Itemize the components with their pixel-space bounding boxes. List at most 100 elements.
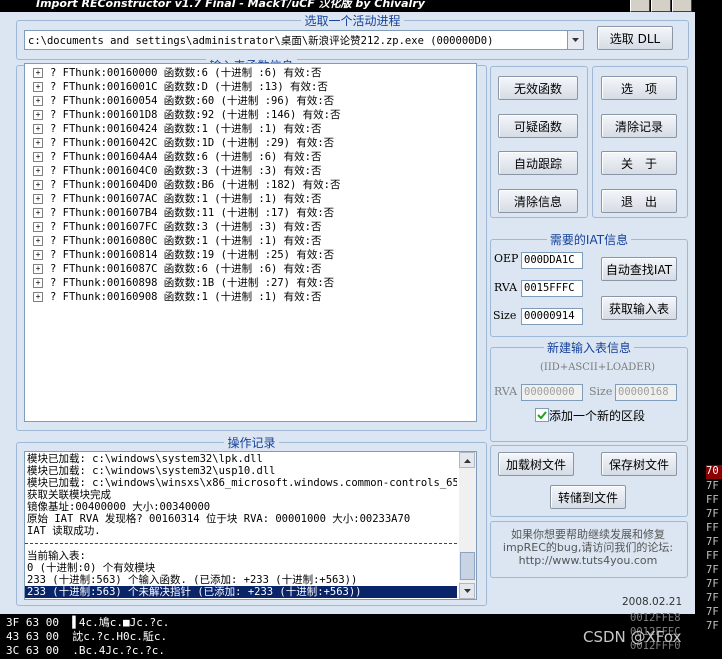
- scroll-thumb[interactable]: [460, 552, 475, 580]
- tree-item-label: ? FThunk:001604C0 函数数:3 (十进制 :3) 有效:否: [50, 165, 322, 177]
- scroll-down-icon[interactable]: [459, 583, 475, 599]
- tree-item[interactable]: + ? FThunk:0016087C 函数数:6 (十进制 :6) 有效:否: [25, 262, 476, 276]
- expand-icon[interactable]: +: [33, 96, 43, 106]
- oep-field[interactable]: 000DDA1C: [521, 252, 583, 269]
- tree-item-label: ? FThunk:001604D0 函数数:B6 (十进制 :182) 有效:否: [50, 179, 341, 191]
- auto-trace-button[interactable]: 自动跟踪: [498, 151, 578, 175]
- scroll-up-icon[interactable]: [459, 452, 475, 468]
- tree-item[interactable]: + ? FThunk:001607FC 函数数:3 (十进制 :3) 有效:否: [25, 220, 476, 234]
- log-line[interactable]: [25, 537, 457, 544]
- dump-line: 3C 63 00 .Bc.4Jc.?c.?c.: [6, 644, 165, 657]
- log-line[interactable]: 0 (十进制:0) 个有效模块: [25, 562, 457, 574]
- tree-item[interactable]: + ? FThunk:00160814 函数数:19 (十进制 :25) 有效:否: [25, 248, 476, 262]
- tree-item-label: ? FThunk:001601D8 函数数:92 (十进制 :146) 有效:否: [50, 109, 341, 121]
- new-import-group-title: 新建输入表信息: [543, 341, 634, 355]
- expand-icon[interactable]: +: [33, 194, 43, 204]
- highlight-byte: 70: [706, 465, 722, 479]
- log-line[interactable]: 原始 IAT RVA 发现格? 00160314 位于块 RVA: 000010…: [25, 513, 457, 525]
- auto-iat-button[interactable]: 自动查找IAT: [601, 257, 677, 281]
- exit-button[interactable]: 退 出: [601, 189, 677, 213]
- chevron-down-icon[interactable]: [567, 31, 583, 49]
- maximize-button[interactable]: [651, 0, 671, 12]
- tree-item-label: ? FThunk:0016042C 函数数:1D (十进制 :29) 有效:否: [50, 137, 335, 149]
- new-size-field[interactable]: 00000168: [615, 384, 677, 401]
- hex-byte: 7F: [706, 536, 719, 548]
- expand-icon[interactable]: +: [33, 180, 43, 190]
- expand-icon[interactable]: +: [33, 250, 43, 260]
- expand-icon[interactable]: +: [33, 236, 43, 246]
- log-line[interactable]: 获取关联模块完成: [25, 489, 457, 501]
- save-tree-button[interactable]: 保存树文件: [601, 452, 677, 476]
- get-imports-button[interactable]: 获取输入表: [601, 296, 677, 320]
- add-section-label: 添加一个新的区段: [549, 409, 646, 423]
- log-line[interactable]: 模块已加载: c:\windows\system32\lpk.dll: [25, 453, 457, 465]
- invalid-funcs-button[interactable]: 无效函数: [498, 76, 578, 100]
- log-list[interactable]: 模块已加载: c:\windows\system32\lpk.dll 模块已加载:…: [24, 451, 477, 600]
- clear-log-button[interactable]: 清除记录: [601, 114, 677, 138]
- rva-field[interactable]: 0015FFFC: [521, 280, 583, 297]
- info-text: 如果你想要帮助继续发展和修复impREC的bug,请访问我们的论坛: http:…: [502, 528, 674, 567]
- expand-icon[interactable]: +: [33, 166, 43, 176]
- hex-byte: 7F: [706, 592, 719, 604]
- fix-dump-button[interactable]: 转储到文件: [550, 485, 626, 509]
- log-scrollbar[interactable]: [459, 452, 476, 599]
- process-select[interactable]: c:\documents and settings\administrator\…: [24, 30, 584, 50]
- tree-item[interactable]: + ? FThunk:0016080C 函数数:1 (十进制 :1) 有效:否: [25, 234, 476, 248]
- expand-icon[interactable]: +: [33, 278, 43, 288]
- tree-item[interactable]: + ? FThunk:0016001C 函数数:D (十进制 :13) 有效:否: [25, 80, 476, 94]
- log-group-title: 操作记录: [224, 436, 279, 450]
- tree-item-label: ? FThunk:001607AC 函数数:1 (十进制 :1) 有效:否: [50, 193, 322, 205]
- right-hex-column: 7F FF 7F FF 7F FF 7F 7F 7F 7F 7F: [706, 479, 719, 633]
- new-size-label: Size: [589, 385, 613, 398]
- tree-item[interactable]: + ? FThunk:001601D8 函数数:92 (十进制 :146) 有效:…: [25, 108, 476, 122]
- log-line[interactable]: 233 (十进制:563) 个未解决指针 (已添加: +233 (十进制:+56…: [25, 586, 457, 598]
- tree-item[interactable]: + ? FThunk:0016042C 函数数:1D (十进制 :29) 有效:否: [25, 136, 476, 150]
- imports-tree[interactable]: + ? FThunk:00160000 函数数:6 (十进制 :6) 有效:否 +?…: [24, 63, 477, 422]
- expand-icon[interactable]: +: [33, 208, 43, 218]
- expand-icon[interactable]: +: [33, 222, 43, 232]
- log-line[interactable]: IAT 读取成功.: [25, 525, 457, 537]
- suspect-funcs-button[interactable]: 可疑函数: [498, 114, 578, 138]
- expand-icon[interactable]: +: [33, 124, 43, 134]
- tree-item[interactable]: + ? FThunk:001604A4 函数数:6 (十进制 :6) 有效:否: [25, 150, 476, 164]
- hex-dump: 3F 63 00 ▌4c.鳩c.■Jc.?c. 43 63 00 訦c.?c.H0…: [6, 616, 169, 658]
- hex-byte: 7F: [706, 606, 719, 618]
- close-button[interactable]: [672, 0, 692, 12]
- log-line[interactable]: 模块已加载: c:\windows\winsxs\x86_microsoft.w…: [25, 477, 457, 489]
- new-rva-field[interactable]: 00000000: [521, 384, 583, 401]
- minimize-button[interactable]: [630, 0, 650, 12]
- tree-item[interactable]: + ? FThunk:001604D0 函数数:B6 (十进制 :182) 有效:…: [25, 178, 476, 192]
- log-line[interactable]: 模块已加载: c:\windows\system32\usp10.dll: [25, 465, 457, 477]
- tree-item[interactable]: + ? FThunk:001607B4 函数数:11 (十进制 :17) 有效:否: [25, 206, 476, 220]
- add-section-checkbox[interactable]: [535, 408, 549, 422]
- log-line[interactable]: 当前输入表:: [25, 550, 457, 562]
- title-bar: Import REConstructor v1.7 Final - MackT/…: [0, 0, 722, 12]
- tree-item[interactable]: + ? FThunk:00160908 函数数:1 (十进制 :1) 有效:否: [25, 290, 476, 304]
- tree-item[interactable]: + ? FThunk:001607AC 函数数:1 (十进制 :1) 有效:否: [25, 192, 476, 206]
- tree-item[interactable]: + ? FThunk:001604C0 函数数:3 (十进制 :3) 有效:否: [25, 164, 476, 178]
- pick-dll-button[interactable]: 选取 DLL: [597, 26, 673, 50]
- tree-item[interactable]: + ? FThunk:00160054 函数数:60 (十进制 :96) 有效:否: [25, 94, 476, 108]
- size-field[interactable]: 00000914: [521, 308, 583, 325]
- tree-item[interactable]: + ? FThunk:00160898 函数数:1B (十进制 :27) 有效:否: [25, 276, 476, 290]
- expand-icon[interactable]: +: [33, 110, 43, 120]
- clear-info-button[interactable]: 清除信息: [498, 189, 578, 213]
- expand-icon[interactable]: +: [33, 292, 43, 302]
- expand-icon[interactable]: +: [33, 264, 43, 274]
- watermark: CSDN @XFox: [583, 628, 682, 646]
- expand-icon[interactable]: +: [33, 152, 43, 162]
- about-button[interactable]: 关 于: [601, 151, 677, 175]
- dump-line: 43 63 00 訦c.?c.H0c.駈c.: [6, 630, 168, 643]
- dump-line: 3F 63 00 ▌4c.鳩c.■Jc.?c.: [6, 616, 170, 629]
- log-line[interactable]: 镜像基址:00400000 大小:00340000: [25, 501, 457, 513]
- expand-icon[interactable]: +: [33, 138, 43, 148]
- options-button[interactable]: 选 项: [601, 76, 677, 100]
- expand-icon[interactable]: +: [33, 82, 43, 92]
- load-tree-button[interactable]: 加载树文件: [498, 452, 574, 476]
- expand-icon[interactable]: +: [33, 68, 43, 78]
- hex-byte: 7F: [706, 578, 719, 590]
- tree-item[interactable]: + ? FThunk:00160424 函数数:1 (十进制 :1) 有效:否: [25, 122, 476, 136]
- tree-item[interactable]: + ? FThunk:00160000 函数数:6 (十进制 :6) 有效:否: [25, 66, 476, 80]
- log-line[interactable]: 233 (十进制:563) 个输入函数. (已添加: +233 (十进制:+56…: [25, 574, 457, 586]
- size-label: Size: [493, 309, 517, 322]
